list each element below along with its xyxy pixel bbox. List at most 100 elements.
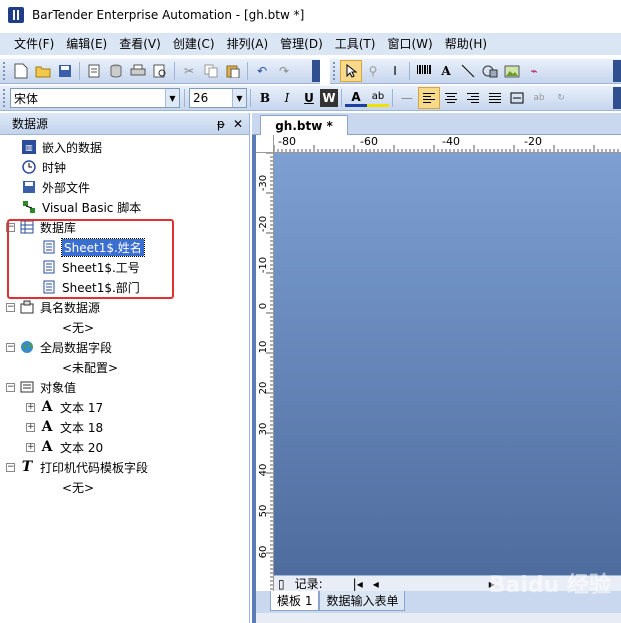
menu-help[interactable]: 帮助(H) <box>439 34 493 54</box>
select-pointer-icon[interactable] <box>340 60 362 82</box>
ruler-label: 20 <box>258 382 269 395</box>
align-right-icon[interactable] <box>462 87 484 109</box>
char-spacing-icon[interactable]: ab <box>528 87 550 109</box>
paste-icon[interactable] <box>222 60 244 82</box>
tab-data-entry-form[interactable]: 数据输入表单 <box>319 591 406 611</box>
italic-button[interactable]: I <box>276 87 298 109</box>
shape-icon[interactable] <box>479 60 501 82</box>
first-record-icon[interactable]: |◂ <box>353 577 363 591</box>
tree-item-label: 文本 17 <box>60 400 104 415</box>
panel-header: 数据源 ᵽ ✕ <box>0 113 249 135</box>
text-rotate-icon[interactable]: ↻ <box>550 87 572 109</box>
picture-icon[interactable] <box>501 60 523 82</box>
text-object-icon[interactable]: A <box>435 60 457 82</box>
justify-full-icon[interactable] <box>506 87 528 109</box>
open-folder-icon[interactable] <box>32 60 54 82</box>
tree-item-clock[interactable]: 时钟 <box>22 157 66 177</box>
pin-icon[interactable]: ᵽ <box>217 117 225 131</box>
highlight-color-icon[interactable]: ab <box>367 89 389 107</box>
label-canvas[interactable] <box>274 153 621 591</box>
justify-icon[interactable] <box>484 87 506 109</box>
collapse-icon[interactable]: − <box>6 382 15 392</box>
tab-template-1[interactable]: 模板 1 <box>270 591 320 611</box>
close-icon[interactable]: ✕ <box>233 117 243 131</box>
page-setup-icon[interactable] <box>83 60 105 82</box>
barcode-icon[interactable] <box>413 60 435 82</box>
toolbar-grip[interactable] <box>333 62 336 80</box>
tree-item-object[interactable]: + A 文本 17 <box>26 397 103 417</box>
font-name-value: 宋体 <box>14 91 39 106</box>
tree-item-object[interactable]: + A 文本 18 <box>26 417 103 437</box>
collapse-icon[interactable]: − <box>6 462 15 472</box>
text-cursor-icon[interactable]: I <box>384 60 406 82</box>
tree-item-named-sources[interactable]: − 具名数据源 <box>6 297 100 317</box>
menu-view[interactable]: 查看(V) <box>113 34 167 54</box>
wordart-button[interactable]: W <box>320 89 338 107</box>
align-center-icon[interactable] <box>440 87 462 109</box>
menu-create[interactable]: 创建(C) <box>167 34 221 54</box>
save-icon[interactable] <box>54 60 76 82</box>
redo-icon[interactable]: ↷ <box>273 60 295 82</box>
underline-button[interactable]: U <box>298 87 320 109</box>
tree-item-object-values[interactable]: − 对象值 <box>6 377 76 397</box>
record-label: 记录: <box>294 577 323 591</box>
font-size-value: 26 <box>193 91 209 105</box>
toolbar-overflow-icon[interactable] <box>613 87 621 109</box>
menu-admin[interactable]: 管理(D) <box>274 34 329 54</box>
tree-item-external-file[interactable]: 外部文件 <box>22 177 90 197</box>
collapse-icon[interactable]: − <box>6 302 15 312</box>
undo-icon[interactable]: ↶ <box>251 60 273 82</box>
tree-item-label: 外部文件 <box>42 180 91 195</box>
ruler-label: -30 <box>258 175 269 191</box>
tree-item-object[interactable]: + A 文本 20 <box>26 437 103 457</box>
align-left-icon[interactable] <box>418 87 440 109</box>
tree-item-printer-template[interactable]: − T 打印机代码模板字段 <box>6 457 148 477</box>
font-size-select[interactable]: 26 ▼ <box>189 88 247 108</box>
toolbar-grip[interactable] <box>3 62 6 80</box>
bold-button[interactable]: B <box>254 87 276 109</box>
menu-file[interactable]: 文件(F) <box>8 34 60 54</box>
ruler-label: -10 <box>258 257 269 273</box>
toolbar-overflow-icon[interactable] <box>613 60 621 82</box>
document-tab[interactable]: gh.btw * <box>260 115 348 135</box>
tree-item-vb-script[interactable]: Visual Basic 脚本 <box>22 197 141 217</box>
expand-icon[interactable]: + <box>26 402 35 412</box>
toolbar-separator <box>79 62 80 80</box>
font-color-icon[interactable]: A <box>345 89 367 107</box>
collapse-icon[interactable]: − <box>6 342 15 352</box>
tree-item-placeholder: <无> <box>62 317 94 337</box>
expand-icon[interactable]: + <box>26 442 35 452</box>
globe-icon <box>20 340 34 354</box>
toolbar-separator <box>250 89 251 107</box>
magic-wand-icon[interactable]: ⚲ <box>362 60 384 82</box>
font-name-select[interactable]: 宋体 ▼ <box>10 88 180 108</box>
watermark-text: Baidu 经验 <box>488 573 611 598</box>
panel-title: 数据源 <box>12 117 49 131</box>
object-values-icon <box>20 380 34 394</box>
tree-item-global-fields[interactable]: − 全局数据字段 <box>6 337 112 357</box>
line-icon[interactable] <box>457 60 479 82</box>
horizontal-scrollbar[interactable] <box>256 613 621 623</box>
print-icon[interactable] <box>127 60 149 82</box>
copy-icon[interactable] <box>200 60 222 82</box>
expand-icon[interactable]: + <box>26 422 35 432</box>
toolbar-overflow-icon[interactable] <box>312 60 320 82</box>
ruler-label: 60 <box>258 546 269 559</box>
print-preview-icon[interactable] <box>149 60 171 82</box>
tree-item-label: 全局数据字段 <box>40 340 113 355</box>
rfid-icon[interactable]: ⌁ <box>523 60 545 82</box>
text-object-icon: A <box>41 439 53 455</box>
tree-item-embedded[interactable]: ▥ 嵌入的数据 <box>22 137 102 157</box>
menu-arrange[interactable]: 排列(A) <box>221 34 275 54</box>
menu-tools[interactable]: 工具(T) <box>329 34 382 54</box>
database-setup-icon[interactable] <box>105 60 127 82</box>
ruler-corner <box>256 135 274 153</box>
menu-window[interactable]: 窗口(W) <box>381 34 438 54</box>
prev-record-icon[interactable]: ◂ <box>373 577 379 591</box>
new-file-icon[interactable] <box>10 60 32 82</box>
toolbar-grip[interactable] <box>3 89 6 107</box>
cut-icon[interactable]: ✂ <box>178 60 200 82</box>
dash-line-icon[interactable]: — <box>396 87 418 109</box>
toolbar-separator <box>184 89 185 107</box>
menu-edit[interactable]: 编辑(E) <box>60 34 113 54</box>
